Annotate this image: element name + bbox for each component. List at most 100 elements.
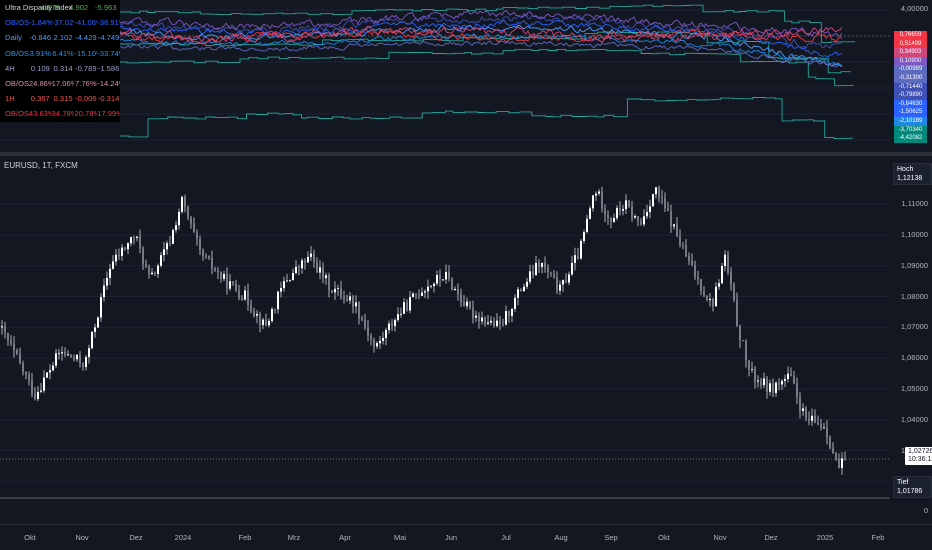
- candle: [589, 208, 591, 219]
- price-axis-label: 1,05000: [900, 383, 928, 393]
- indicator-value-tag: -4,42082: [894, 134, 927, 144]
- candle: [817, 422, 819, 425]
- candle: [703, 291, 705, 296]
- candle: [208, 256, 210, 258]
- candle: [229, 281, 231, 289]
- time-axis[interactable]: Okt Nov Dez 2024 Feb Mrz Apr Mai Jun Jul Aug Sep Okt…: [0, 524, 932, 550]
- candle: [832, 448, 834, 454]
- candle: [385, 330, 387, 339]
- candle: [550, 272, 552, 274]
- indicator-title: Ultra Disparity Index: [5, 3, 73, 12]
- candle: [793, 375, 795, 384]
- candle: [799, 396, 801, 411]
- candle: [349, 296, 351, 301]
- table-row: 1H 0.367 0.315 -0.006 -0.314: [0, 91, 120, 106]
- candle: [259, 313, 261, 326]
- candle: [202, 250, 204, 256]
- candle: [538, 262, 540, 267]
- candle: [739, 325, 741, 341]
- candle: [55, 353, 57, 366]
- candle: [250, 305, 252, 312]
- candle: [463, 302, 465, 307]
- high-tag-value: 1,12138: [897, 175, 923, 182]
- candle: [466, 301, 468, 307]
- candle: [700, 279, 702, 292]
- price-pane[interactable]: EURUSD, 1T, FXCM 1,11000 1,10000 1,09000 1,…: [0, 156, 932, 524]
- table-cell: OB/OS: [5, 18, 29, 28]
- table-cell: 4H: [5, 63, 15, 73]
- candle: [796, 383, 798, 397]
- candle: [655, 187, 657, 195]
- candle: [661, 197, 663, 199]
- candle: [358, 302, 360, 318]
- time-axis-label: Dez: [129, 533, 143, 542]
- candle: [625, 200, 627, 210]
- candle: [223, 274, 225, 279]
- candle: [217, 271, 219, 272]
- table-cell: OB/OS: [5, 109, 29, 119]
- time-axis-label: Okt: [24, 533, 36, 542]
- candle: [745, 340, 747, 361]
- candle: [403, 302, 405, 314]
- candle: [736, 300, 738, 326]
- symbol-legend[interactable]: EURUSD, 1T, FXCM: [4, 161, 78, 170]
- time-axis-label: Mai: [393, 533, 407, 542]
- indicator-plot[interactable]: [0, 0, 932, 152]
- table-cell: -15.10%: [74, 48, 97, 58]
- candle: [235, 283, 237, 291]
- candle: [337, 288, 339, 289]
- candle: [532, 271, 534, 275]
- time-axis-label: Feb: [871, 533, 885, 542]
- candle: [46, 372, 48, 378]
- candle: [244, 290, 246, 300]
- table-cell: -0.846: [29, 33, 52, 43]
- table-cell: -4.749: [97, 33, 120, 43]
- price-axis-label: 0: [923, 506, 928, 515]
- candle: [424, 291, 426, 293]
- candle: [286, 280, 288, 282]
- candle: [163, 249, 165, 256]
- candle: [4, 326, 6, 333]
- candle: [196, 232, 198, 239]
- candle: [220, 272, 222, 279]
- candle: [505, 311, 507, 325]
- candle: [31, 379, 33, 394]
- candle: [76, 354, 78, 360]
- candle: [634, 216, 636, 218]
- candle: [643, 216, 645, 225]
- candle: [673, 224, 675, 227]
- candle: [529, 271, 531, 282]
- candle: [130, 237, 132, 244]
- candle: [658, 187, 660, 198]
- candle: [292, 273, 294, 280]
- candle: [133, 237, 135, 238]
- candle: [646, 212, 648, 217]
- candle: [562, 280, 564, 285]
- price-axis-label: 1,06000: [900, 353, 928, 363]
- candle: [676, 224, 678, 237]
- candle: [85, 357, 87, 368]
- indicator-pane[interactable]: 4,00000 0,76659 0,51499 0,34903 0,10900 -0,0…: [0, 0, 932, 152]
- candle: [127, 243, 129, 250]
- price-axis-label: 1,10000: [900, 229, 928, 239]
- low-tag-label: Tief: [897, 479, 909, 486]
- candle: [766, 378, 768, 392]
- indicator-line-teal: [120, 97, 853, 140]
- candle: [448, 272, 450, 279]
- candle: [514, 297, 516, 309]
- candle: [94, 327, 96, 332]
- table-cell: 43.63%: [28, 109, 52, 119]
- candle: [178, 211, 180, 226]
- table-cell: -4.429: [75, 33, 97, 43]
- candle: [367, 327, 369, 336]
- candle: [583, 232, 585, 241]
- candle: [637, 216, 639, 222]
- candle: [586, 218, 588, 232]
- candle: [757, 380, 759, 382]
- candlestick-chart[interactable]: [0, 156, 932, 524]
- table-cell: 34.78%: [51, 109, 75, 119]
- candle: [10, 340, 12, 344]
- candle: [370, 335, 372, 340]
- candle: [685, 245, 687, 257]
- candle: [109, 268, 111, 278]
